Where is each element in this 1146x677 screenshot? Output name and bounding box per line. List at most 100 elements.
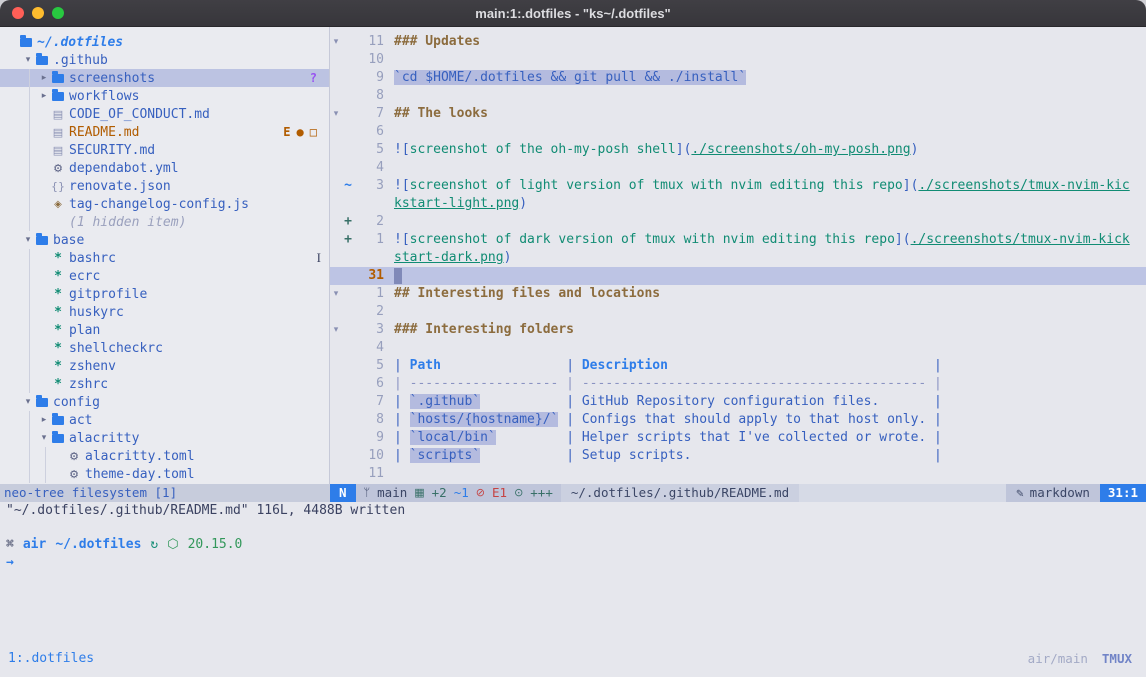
chevron-right-icon[interactable]: ▸ (38, 91, 50, 101)
editor-row[interactable]: +1![screenshot of dark version of tmux w… (330, 231, 1146, 249)
editor-row[interactable]: ▾7## The looks (330, 105, 1146, 123)
shell-area[interactable]: ⌘air~/.dotfiles↻⬡20.15.0 → (0, 520, 1146, 645)
indent-guide (6, 231, 22, 249)
vim-message-line: "~/.dotfiles/.github/README.md" 116L, 44… (0, 502, 1146, 520)
editor-row[interactable]: 8| `hosts/{hostname}/` | Configs that sh… (330, 411, 1146, 429)
tree-item-gitprofile[interactable]: *gitprofile (0, 285, 329, 303)
editor-row[interactable]: 10| `scripts` | Setup scripts. | (330, 447, 1146, 465)
prompt-arrow: → (0, 554, 1146, 572)
tree-item-alacritty-toml[interactable]: ⚙alacritty.toml (0, 447, 329, 465)
editor-row[interactable]: 9`cd $HOME/.dotfiles && git pull && ./in… (330, 69, 1146, 87)
tree-item-bashrc[interactable]: *bashrcI (0, 249, 329, 267)
editor-row[interactable]: 4 (330, 339, 1146, 357)
tree-item-label: CODE_OF_CONDUCT.md (69, 107, 210, 122)
chevron-right-icon[interactable]: ▸ (38, 415, 50, 425)
indent-guide (22, 321, 38, 339)
tree-item-label: shellcheckrc (69, 341, 163, 356)
chevron-down-icon[interactable]: ▾ (22, 55, 34, 65)
tmux-window-item[interactable]: 1:.dotfiles (8, 651, 94, 666)
tree-item-renovate-json[interactable]: {}renovate.json (0, 177, 329, 195)
tree-item-1-hidden-item[interactable]: (1 hidden item) (0, 213, 329, 231)
indent-guide (6, 249, 22, 267)
folder-icon (34, 396, 50, 409)
chevron-down-icon[interactable]: ▾ (38, 433, 50, 443)
close-button[interactable] (12, 7, 24, 19)
fold-marker-icon[interactable]: ▾ (330, 285, 342, 303)
tree-item-readme-md[interactable]: ▤README.mdE●□ (0, 123, 329, 141)
tree-item-plan[interactable]: *plan (0, 321, 329, 339)
text: | GitHub Repository configuration files.… (480, 394, 942, 409)
indent-guide (6, 447, 22, 465)
tree-item-label: base (53, 233, 84, 248)
indent-guide (6, 213, 22, 231)
line-text: | Path | Description | (394, 357, 942, 375)
tree-item-dotfiles[interactable]: ~/.dotfiles (0, 33, 329, 51)
line-text: ![screenshot of light version of tmux wi… (394, 177, 1130, 195)
git-sign: ~ (342, 177, 354, 195)
folder-icon (50, 432, 66, 445)
tree-item-security-md[interactable]: ▤SECURITY.md (0, 141, 329, 159)
editor-row[interactable]: 4 (330, 159, 1146, 177)
tree-item-huskyrc[interactable]: *huskyrc (0, 303, 329, 321)
editor-pane[interactable]: ▾11### Updates109`cd $HOME/.dotfiles && … (330, 27, 1146, 484)
indent-guide (6, 357, 22, 375)
fold-marker-icon[interactable]: ▾ (330, 33, 342, 51)
tree-item-base[interactable]: ▾ base (0, 231, 329, 249)
tree-item-ecrc[interactable]: *ecrc (0, 267, 329, 285)
editor-row[interactable]: 31 (330, 267, 1146, 285)
tree-item-alacritty[interactable]: ▾alacritty (0, 429, 329, 447)
minimize-button[interactable] (32, 7, 44, 19)
fold-marker-icon[interactable]: ▾ (330, 105, 342, 123)
editor-row[interactable]: ▾3### Interesting folders (330, 321, 1146, 339)
fold-marker-icon[interactable]: ▾ (330, 321, 342, 339)
tree-item-github[interactable]: ▾ .github (0, 51, 329, 69)
editor-row[interactable]: 11 (330, 465, 1146, 483)
editor-row[interactable]: 6| ------------------- | ---------------… (330, 375, 1146, 393)
tree-item-tag-changelog-config-js[interactable]: ◈tag-changelog-config.js (0, 195, 329, 213)
tree-item-zshrc[interactable]: *zshrc (0, 375, 329, 393)
editor-row[interactable]: kstart-light.png) (330, 195, 1146, 213)
chevron-down-icon[interactable]: ▾ (22, 397, 34, 407)
tree-item-code-of-conduct-md[interactable]: ▤CODE_OF_CONDUCT.md (0, 105, 329, 123)
chevron-right-icon[interactable]: ▸ (38, 73, 50, 83)
editor-row[interactable]: start-dark.png) (330, 249, 1146, 267)
editor-row[interactable]: +2 (330, 213, 1146, 231)
chevron-down-icon[interactable]: ▾ (22, 235, 34, 245)
text: | (394, 448, 410, 463)
editor-row[interactable]: 8 (330, 87, 1146, 105)
tree-item-theme-day-toml[interactable]: ⚙theme-day.toml (0, 465, 329, 483)
indent-guide (22, 177, 38, 195)
editor-row[interactable]: 5| Path | Description | (330, 357, 1146, 375)
editor-row[interactable]: ▾1## Interesting files and locations (330, 285, 1146, 303)
git-stat-text: ~1 (454, 484, 469, 502)
zoom-button[interactable] (52, 7, 64, 19)
tree-item-zshenv[interactable]: *zshenv (0, 357, 329, 375)
editor-row[interactable]: 6 (330, 123, 1146, 141)
tree-item-label: README.md (69, 125, 139, 140)
tree-item-config[interactable]: ▾config (0, 393, 329, 411)
tree-item-screenshots[interactable]: ▸screenshots? (0, 69, 329, 87)
tree-item-workflows[interactable]: ▸workflows (0, 87, 329, 105)
editor-row[interactable]: 7| `.github` | GitHub Repository configu… (330, 393, 1146, 411)
tree-item-shellcheckrc[interactable]: *shellcheckrc (0, 339, 329, 357)
line-number: 2 (354, 303, 384, 321)
editor-row[interactable]: 10 (330, 51, 1146, 69)
editor-row[interactable]: 9| `local/bin` | Helper scripts that I'v… (330, 429, 1146, 447)
tree-item-act[interactable]: ▸ act (0, 411, 329, 429)
editor-row[interactable]: ~3![screenshot of light version of tmux … (330, 177, 1146, 195)
tree-item-label: ~/.dotfiles (37, 35, 123, 50)
titlebar[interactable]: main:1:.dotfiles - "ks~/.dotfiles" (0, 0, 1146, 27)
editor-row[interactable]: 2 (330, 303, 1146, 321)
git-status-icon: ↻ (150, 536, 158, 554)
js-file-icon: ◈ (50, 199, 66, 210)
table-header: Description (582, 358, 668, 373)
text: ![ (394, 178, 410, 193)
editor-row[interactable]: ▾11### Updates (330, 33, 1146, 51)
editor-row[interactable]: 5![screenshot of the oh-my-posh shell](.… (330, 141, 1146, 159)
text: | (668, 358, 942, 373)
tree-item-dependabot-yml[interactable]: ⚙dependabot.yml (0, 159, 329, 177)
indent-guide (22, 339, 38, 357)
line-text (394, 267, 402, 285)
tree-item-label: .github (53, 53, 108, 68)
tree-item-label: act (69, 413, 92, 428)
